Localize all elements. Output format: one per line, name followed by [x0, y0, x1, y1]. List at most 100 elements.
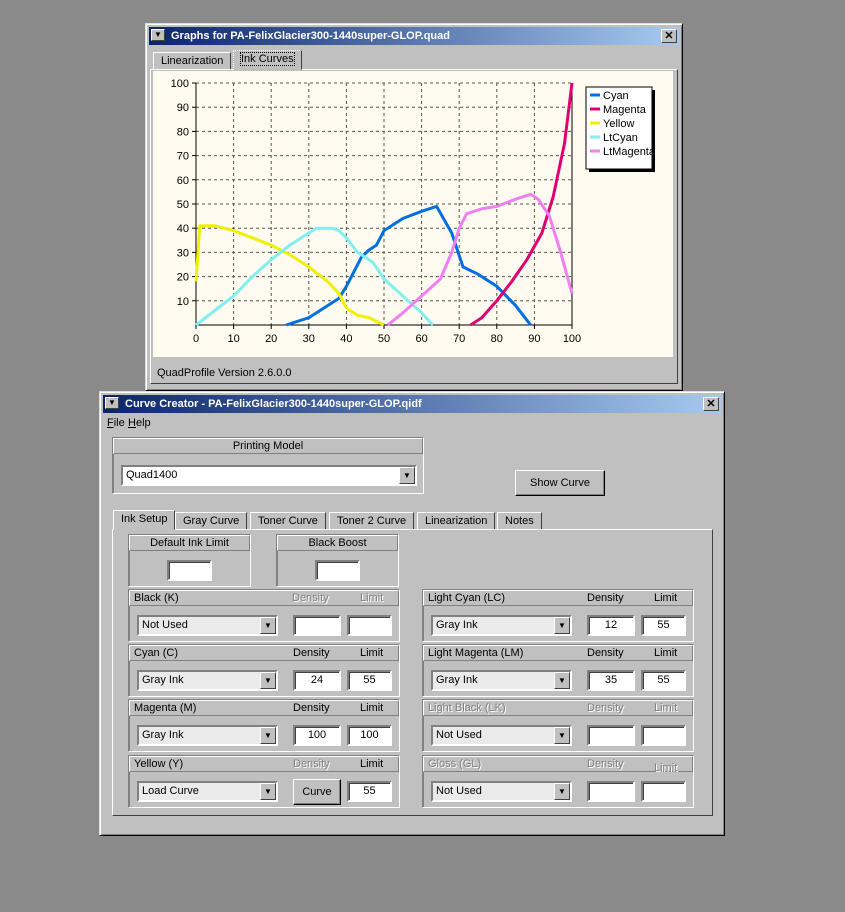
black-boost-input[interactable] — [315, 560, 360, 581]
channel-header: Yellow (Y) Density Limit — [129, 756, 399, 772]
density-header: Density — [293, 758, 330, 770]
default-ink-limit-group: Default Ink Limit — [128, 534, 251, 587]
tab-linearization[interactable]: Linearization — [153, 52, 232, 70]
menu-help-hotkey: H — [128, 417, 136, 429]
mode-value: Load Curve — [142, 785, 199, 797]
x-tick-label: 40 — [340, 333, 352, 345]
graphs-close-button[interactable]: ✕ — [661, 29, 677, 43]
channel-header: Light Cyan (LC) Density Limit — [423, 590, 693, 606]
limit-input[interactable] — [347, 615, 392, 636]
curve-creator-close-button[interactable]: ✕ — [703, 397, 719, 411]
chevron-down-icon[interactable]: ▼ — [260, 727, 276, 744]
chevron-down-icon[interactable]: ▼ — [260, 783, 276, 800]
channel-header: Light Black (LK) Density Limit — [423, 700, 693, 716]
show-curve-button[interactable]: Show Curve — [515, 470, 605, 496]
density-header: Density — [587, 592, 624, 604]
menu-file-hotkey: F — [107, 417, 114, 429]
limit-header: Limit — [360, 702, 384, 714]
limit-header: Limit — [360, 647, 384, 659]
chevron-down-icon[interactable]: ▼ — [554, 727, 570, 744]
channel-yellow: Yellow (Y) Density Limit Load Curve ▼ Cu… — [128, 755, 400, 808]
menu-file[interactable]: File — [107, 417, 125, 429]
density-input[interactable] — [587, 781, 635, 802]
tab-label: Linearization — [425, 515, 488, 527]
density-input[interactable]: 24 — [293, 670, 341, 691]
tab-label: Linearization — [161, 55, 224, 67]
menu-help-rest: elp — [135, 417, 151, 429]
tab-linearization-cc[interactable]: Linearization — [417, 512, 496, 530]
y-tick-label: 90 — [177, 102, 189, 114]
limit-input[interactable]: 100 — [347, 725, 392, 746]
chevron-down-icon[interactable]: ▼ — [554, 783, 570, 800]
channel-light-black: Light Black (LK) Density Limit Not Used … — [422, 699, 694, 752]
mode-value: Not Used — [142, 619, 188, 631]
system-menu-icon[interactable]: ▼ — [151, 29, 165, 41]
printing-model-value: Quad1400 — [126, 469, 178, 481]
chevron-down-icon[interactable]: ▼ — [554, 617, 570, 634]
limit-header: Limit — [654, 647, 678, 659]
mode-value: Gray Ink — [142, 674, 184, 686]
mode-select[interactable]: Load Curve ▼ — [137, 781, 278, 802]
printing-model-select[interactable]: Quad1400 ▼ — [121, 465, 417, 486]
limit-input[interactable]: 55 — [641, 615, 686, 636]
tab-notes[interactable]: Notes — [497, 512, 542, 530]
graphs-window: ▼ Graphs for PA-FelixGlacier300-1440supe… — [145, 23, 683, 391]
mode-select[interactable]: Gray Ink ▼ — [137, 670, 278, 691]
mode-select[interactable]: Gray Ink ▼ — [137, 725, 278, 746]
density-input[interactable]: 100 — [293, 725, 341, 746]
chevron-down-icon[interactable]: ▼ — [554, 672, 570, 689]
chevron-down-icon[interactable]: ▼ — [399, 467, 415, 484]
density-input[interactable] — [293, 615, 341, 636]
limit-input[interactable]: 55 — [347, 670, 392, 691]
version-text: QuadProfile Version 2.6.0.0 — [157, 367, 292, 379]
limit-input[interactable] — [641, 781, 686, 802]
limit-input[interactable]: 55 — [641, 670, 686, 691]
channel-black: Black (K) Density Limit Not Used ▼ — [128, 589, 400, 642]
printing-model-header: Printing Model — [113, 438, 423, 454]
legend-entry: Cyan — [603, 90, 629, 102]
tab-gray-curve[interactable]: Gray Curve — [175, 512, 248, 530]
density-input[interactable] — [587, 725, 635, 746]
limit-input[interactable] — [641, 725, 686, 746]
y-tick-label: 70 — [177, 151, 189, 163]
tab-label: Gray Curve — [183, 515, 240, 527]
channel-header: Gloss (GL) Density Limit — [423, 756, 693, 774]
channel-gloss: Gloss (GL) Density Limit Not Used ▼ — [422, 755, 694, 808]
x-tick-label: 20 — [265, 333, 277, 345]
tab-toner-2-curve[interactable]: Toner 2 Curve — [329, 512, 415, 530]
x-tick-label: 100 — [563, 333, 581, 345]
density-header: Density — [587, 647, 624, 659]
menu-help[interactable]: Help — [128, 417, 151, 429]
density-header: Density — [292, 592, 329, 604]
system-menu-icon[interactable]: ▼ — [105, 397, 119, 409]
mode-select[interactable]: Gray Ink ▼ — [431, 670, 572, 691]
density-input[interactable]: 12 — [587, 615, 635, 636]
curve-creator-title: Curve Creator - PA-FelixGlacier300-1440s… — [125, 398, 422, 410]
mode-select[interactable]: Gray Ink ▼ — [431, 615, 572, 636]
y-tick-label: 20 — [177, 272, 189, 284]
tab-ink-curves[interactable]: Ink Curves — [233, 50, 302, 70]
curve-creator-titlebar[interactable]: ▼ Curve Creator - PA-FelixGlacier300-144… — [103, 395, 721, 413]
black-boost-label: Black Boost — [308, 537, 367, 549]
mode-select[interactable]: Not Used ▼ — [137, 615, 278, 636]
legend-entry: LtCyan — [603, 132, 638, 144]
chevron-down-icon[interactable]: ▼ — [260, 672, 276, 689]
channel-name: Light Magenta (LM) — [428, 647, 524, 659]
default-ink-limit-input[interactable] — [167, 560, 212, 581]
y-tick-label: 30 — [177, 247, 189, 259]
channel-name: Light Cyan (LC) — [428, 592, 506, 604]
mode-select[interactable]: Not Used ▼ — [431, 781, 572, 802]
x-tick-label: 60 — [415, 333, 427, 345]
legend-entry: LtMagenta — [603, 146, 656, 158]
mode-select[interactable]: Not Used ▼ — [431, 725, 572, 746]
tab-toner-curve[interactable]: Toner Curve — [250, 512, 326, 530]
tab-ink-setup[interactable]: Ink Setup — [113, 510, 176, 530]
channel-header: Cyan (C) Density Limit — [129, 645, 399, 661]
limit-input[interactable]: 55 — [347, 781, 392, 802]
graphs-titlebar[interactable]: ▼ Graphs for PA-FelixGlacier300-1440supe… — [149, 27, 679, 45]
load-curve-button[interactable]: Curve — [293, 779, 341, 805]
tab-label: Ink Curves — [240, 52, 295, 66]
chevron-down-icon[interactable]: ▼ — [260, 617, 276, 634]
density-input[interactable]: 35 — [587, 670, 635, 691]
channel-name: Gloss (GL) — [428, 758, 482, 770]
